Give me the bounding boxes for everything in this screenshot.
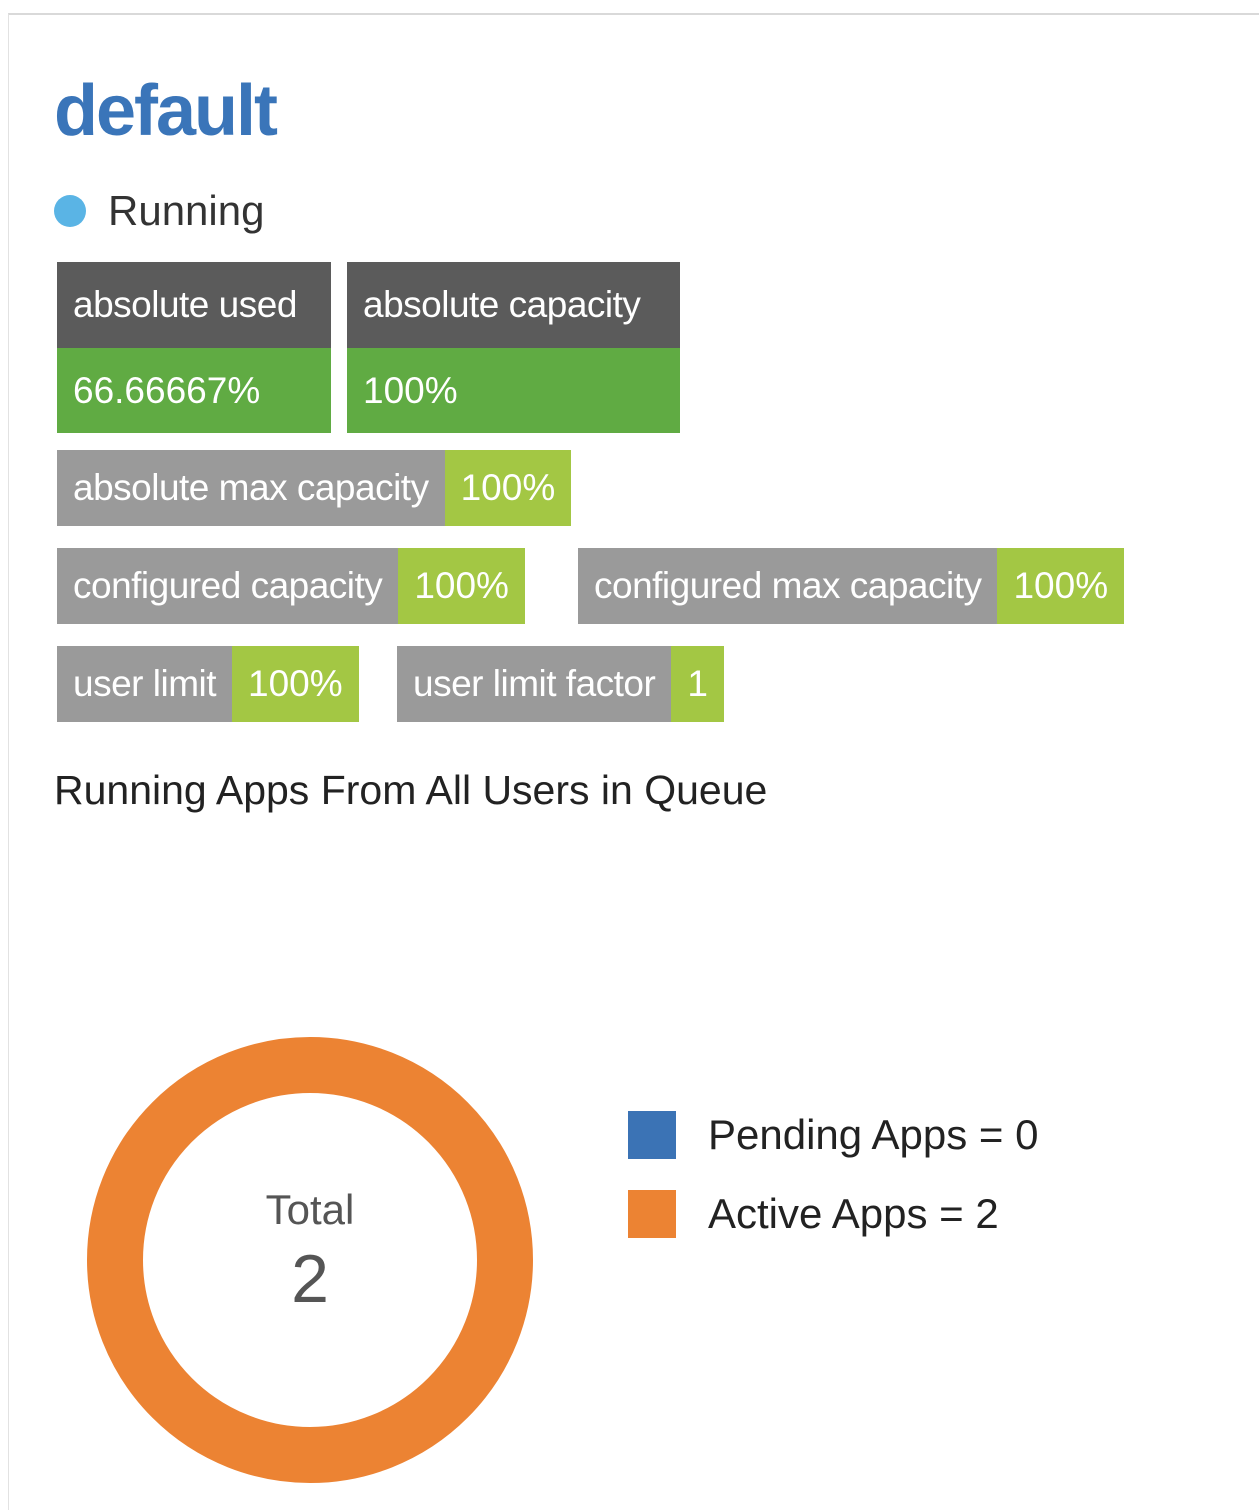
queue-status: Running — [54, 187, 265, 234]
configured-max-capacity-badge: configured max capacity 100% — [578, 548, 1125, 624]
absolute-max-capacity-badge: absolute max capacity 100% — [57, 450, 572, 526]
absolute-max-capacity-label: absolute max capacity — [57, 450, 445, 526]
status-dot-icon — [54, 195, 86, 227]
apps-donut-chart: Total 2 — [87, 1037, 533, 1483]
donut-center-label: Total — [266, 1186, 355, 1233]
user-limit-badge: user limit 100% — [57, 646, 359, 722]
configured-capacity-badge: configured capacity 100% — [57, 548, 525, 624]
active-apps-swatch — [628, 1190, 676, 1238]
absolute-used-value: 66.66667% — [57, 348, 331, 433]
configured-capacity-value: 100% — [398, 548, 525, 624]
user-limit-factor-label: user limit factor — [397, 646, 672, 722]
queue-name: default — [54, 71, 278, 151]
legend-item-pending: Pending Apps = 0 — [628, 1110, 1038, 1160]
absolute-max-capacity-value: 100% — [444, 450, 572, 526]
apps-legend: Pending Apps = 0 Active Apps = 2 — [628, 1110, 1038, 1268]
legend-item-active: Active Apps = 2 — [628, 1189, 1038, 1239]
absolute-capacity-stat: absolute capacity 100% — [347, 262, 680, 433]
status-label: Running — [108, 187, 265, 234]
absolute-capacity-label: absolute capacity — [347, 262, 680, 348]
donut-center-value: 2 — [291, 1241, 329, 1317]
user-limit-value: 100% — [232, 646, 359, 722]
absolute-capacity-value: 100% — [347, 348, 680, 433]
user-limit-label: user limit — [57, 646, 233, 722]
user-limit-factor-value: 1 — [671, 646, 724, 722]
user-limit-factor-badge: user limit factor 1 — [397, 646, 724, 722]
configured-max-capacity-label: configured max capacity — [578, 548, 998, 624]
running-apps-title: Running Apps From All Users in Queue — [54, 767, 768, 813]
pending-apps-label: Pending Apps = 0 — [708, 1111, 1039, 1158]
absolute-used-label: absolute used — [57, 262, 331, 348]
active-apps-label: Active Apps = 2 — [708, 1190, 999, 1237]
absolute-used-stat: absolute used 66.66667% — [57, 262, 331, 433]
configured-capacity-label: configured capacity — [57, 548, 399, 624]
configured-max-capacity-value: 100% — [997, 548, 1125, 624]
pending-apps-swatch — [628, 1111, 676, 1159]
